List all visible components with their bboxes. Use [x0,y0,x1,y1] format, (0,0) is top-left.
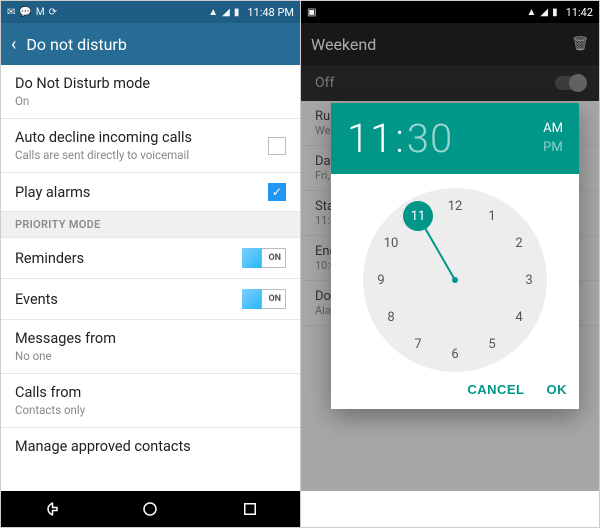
reminders-toggle[interactable]: ON [242,248,286,268]
ok-button[interactable]: OK [547,382,568,397]
clock-8[interactable]: 8 [379,305,403,329]
row-play-alarms[interactable]: Play alarms ✓ [1,173,300,212]
action-bar: ‹ Do not disturb [1,23,300,65]
clock-2[interactable]: 2 [507,231,531,255]
clock-12[interactable]: 12 [443,194,467,218]
wifi-icon: ▲ [526,7,536,18]
status-bar: ▣ ▲ ◢ ▮ 11:42 [301,1,599,23]
back-icon[interactable]: ‹ [11,34,16,55]
clock-3[interactable]: 3 [517,268,541,292]
clock-6[interactable]: 6 [443,342,467,366]
image-icon: ▣ [307,7,316,18]
auto-decline-checkbox[interactable] [268,137,286,155]
sync-icon: ⟳ [49,7,57,18]
row-dnd-mode[interactable]: Do Not Disturb mode On [1,65,300,119]
wifi-icon: ▲ [208,7,218,18]
row-manage-contacts[interactable]: Manage approved contacts [1,428,300,465]
nav-back-icon[interactable] [42,500,60,518]
clock-1[interactable]: 1 [480,204,504,228]
row-reminders[interactable]: Reminders ON [1,238,300,279]
battery-icon: ▮ [552,7,558,18]
gmail-icon: M [36,7,45,18]
hour-display[interactable]: 11 [347,115,393,162]
battery-icon: ▮ [234,7,240,18]
mail-icon: ✉ [7,7,15,18]
nav-bar [1,491,300,527]
settings-list: Do Not Disturb mode On Auto decline inco… [1,65,300,491]
clock-center-icon [452,277,458,283]
priority-mode-header: PRIORITY MODE [1,212,300,238]
clock-9[interactable]: 9 [369,268,393,292]
cancel-button[interactable]: CANCEL [467,382,524,397]
status-time: 11:48 PM [247,6,294,19]
row-messages-from[interactable]: Messages from No one [1,320,300,374]
time-display: 11:30 AM PM [331,103,579,174]
clock-11-selected[interactable]: 11 [403,201,433,231]
clock-5[interactable]: 5 [480,332,504,356]
clock-7[interactable]: 7 [406,332,430,356]
chat-icon: 💬 [19,7,31,18]
status-bar: ✉ 💬 M ⟳ ▲ ◢ ▮ 11:48 PM [1,1,300,23]
row-events[interactable]: Events ON [1,279,300,320]
status-time: 11:42 [566,6,593,19]
clock-face[interactable]: 12 1 2 3 4 5 6 7 8 9 10 11 [363,188,547,372]
htc-do-not-disturb-screen: ✉ 💬 M ⟳ ▲ ◢ ▮ 11:48 PM ‹ Do not disturb … [1,1,300,527]
clock-10[interactable]: 10 [379,231,403,255]
nav-recent-icon[interactable] [241,500,259,518]
pm-toggle[interactable]: PM [543,139,563,157]
clock-4[interactable]: 4 [507,305,531,329]
android-time-picker-screen: ▣ ▲ ◢ ▮ 11:42 Weekend 🗑 Off Rule nWeeke … [300,1,599,527]
row-calls-from[interactable]: Calls from Contacts only [1,374,300,428]
screen-title: Do not disturb [26,35,126,54]
events-toggle[interactable]: ON [242,289,286,309]
time-picker-dialog: 11:30 AM PM 12 1 2 3 4 5 6 [331,103,579,409]
signal-icon: ◢ [540,7,548,18]
signal-icon: ◢ [222,7,230,18]
minute-display[interactable]: 30 [407,115,453,162]
am-toggle[interactable]: AM [543,120,563,138]
row-auto-decline[interactable]: Auto decline incoming calls Calls are se… [1,119,300,173]
play-alarms-checkbox[interactable]: ✓ [268,183,286,201]
nav-home-icon[interactable] [141,500,159,518]
